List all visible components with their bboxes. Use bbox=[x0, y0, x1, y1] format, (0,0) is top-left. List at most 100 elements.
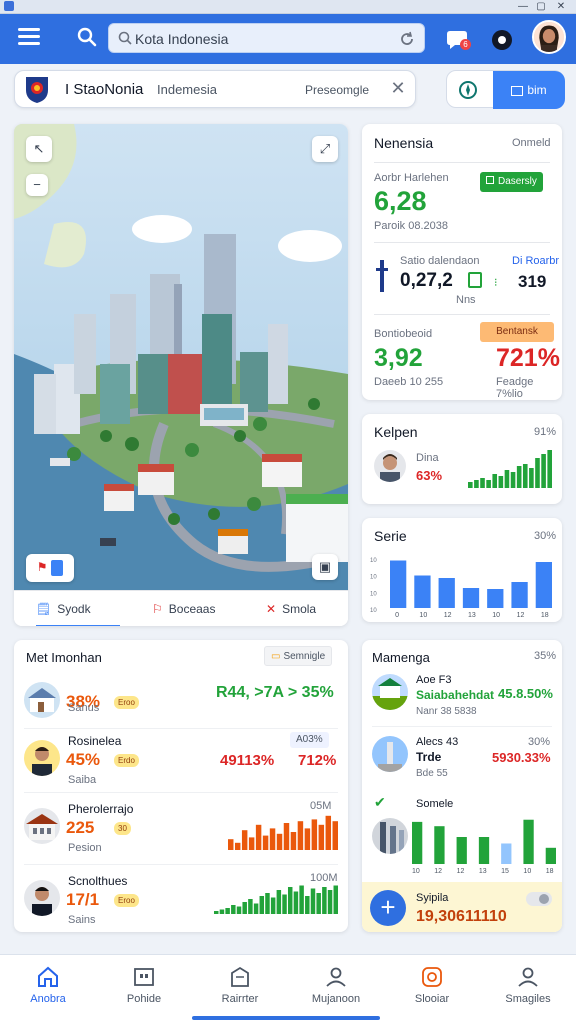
row1-pct: 45.8.50% bbox=[498, 686, 553, 701]
stats-title: Nenensia bbox=[374, 135, 434, 151]
block1-pill[interactable]: Dasersly bbox=[480, 172, 543, 192]
block2-value: 0,27,2 bbox=[400, 270, 453, 291]
back-icon[interactable]: ↖ bbox=[26, 136, 52, 162]
row-chip: A03% bbox=[290, 732, 329, 748]
row1-value: Saiabahehdat bbox=[416, 688, 495, 702]
photo-icon[interactable]: ▣ bbox=[312, 554, 338, 580]
top-app-bar: 6 bbox=[0, 14, 576, 64]
search-icon[interactable] bbox=[76, 26, 98, 48]
y-tick-label: 10 bbox=[370, 608, 377, 614]
block2-label-right: Di Roarbr bbox=[512, 255, 560, 267]
x-tick-label: 0 bbox=[395, 612, 399, 618]
fullscreen-icon[interactable]: ⤢ bbox=[312, 136, 338, 162]
block3-value: 3,92 bbox=[374, 344, 423, 372]
layers-button[interactable]: ⚑ bbox=[26, 554, 74, 582]
chart-bar bbox=[299, 885, 304, 914]
row2-pct-top: 30% bbox=[528, 736, 551, 748]
x-tick-label: 18 bbox=[546, 868, 554, 874]
chart-bar bbox=[290, 832, 297, 850]
x-tick-label: 10 bbox=[492, 612, 500, 618]
city-map-image[interactable] bbox=[14, 124, 348, 590]
list-item[interactable]: 38% Eroo Sanus R44, >7A > 35% bbox=[14, 674, 348, 740]
location-bar[interactable]: I StaoNonia Indemesia Preseomgle ✕ bbox=[14, 70, 416, 108]
list-item[interactable]: Rosinelea 45% Erdo Saiba A03% 49113% 712… bbox=[14, 732, 348, 798]
nav-rairrter[interactable]: Rairrter bbox=[192, 955, 288, 1024]
tab-syodk[interactable]: 🗒 Syodk bbox=[36, 591, 120, 626]
row-small: Pesion bbox=[68, 842, 102, 854]
map-tabs: 🗒 Syodk ⚐ Boceaas ✕ Smola bbox=[14, 590, 348, 626]
nav-mujanoon[interactable]: Mujanoon bbox=[288, 955, 384, 1024]
chart-bar bbox=[468, 482, 473, 488]
chart-bar bbox=[305, 896, 310, 914]
tab-smola[interactable]: ✕ Smola bbox=[266, 591, 346, 626]
x-tick-label: 10 bbox=[419, 612, 427, 618]
row-name: Scnolthues bbox=[68, 874, 128, 888]
minimize-button[interactable]: — bbox=[516, 1, 530, 12]
layer-icon bbox=[51, 559, 64, 576]
list-item[interactable]: Scnolthues 17/1 Eroo Sains 100M bbox=[14, 872, 348, 932]
home-indicator bbox=[192, 1016, 380, 1020]
city-map-card[interactable]: ↖ ⤢ − ⚑ ▣ 🗒 Syodk ⚐ Boceaas ✕ Smola bbox=[14, 124, 348, 626]
series-title: Serie bbox=[374, 528, 407, 544]
location-action[interactable]: Preseomgle bbox=[305, 83, 369, 97]
kelpen-title-right: 91% bbox=[534, 426, 557, 438]
pin-icon: ⚑ bbox=[36, 560, 48, 574]
x-tick-label: 18 bbox=[541, 612, 549, 618]
stats-card: Nenensia Onmeld Aorbr Harlehen Dasersly … bbox=[362, 124, 562, 400]
chart-bar bbox=[456, 837, 467, 864]
chart-bar bbox=[325, 815, 332, 850]
nav-slooiar[interactable]: Slooiar bbox=[384, 955, 480, 1024]
list-item[interactable]: Pherolerrajo 225 30 Pesion 05M bbox=[14, 800, 348, 866]
settings-icon[interactable] bbox=[488, 26, 516, 54]
block2-mid: Nns bbox=[456, 294, 476, 306]
chart-bar bbox=[516, 466, 522, 488]
row2-value: Trde bbox=[416, 750, 442, 764]
nav-home[interactable]: Anobra bbox=[0, 955, 96, 1024]
sparkle-icon: ▭ bbox=[271, 651, 281, 662]
footer-value: 19,30611110 bbox=[416, 908, 507, 925]
search-input[interactable] bbox=[135, 29, 395, 49]
chart-bar bbox=[510, 472, 516, 488]
search-field[interactable] bbox=[108, 23, 425, 53]
compass-icon[interactable] bbox=[457, 79, 479, 101]
view-toggle[interactable]: bim bbox=[446, 70, 565, 109]
book-icon: 🗒 bbox=[36, 602, 52, 616]
calendar-icon bbox=[486, 176, 494, 184]
menu-icon[interactable] bbox=[18, 28, 40, 48]
nav-pohide[interactable]: Pohide bbox=[96, 955, 192, 1024]
block3-pill[interactable]: Bentansk bbox=[480, 322, 554, 342]
toggle-switch[interactable] bbox=[526, 892, 552, 906]
summary-footer[interactable]: + Syipila 19,30611110 bbox=[362, 882, 562, 932]
series-title-right: 30% bbox=[534, 530, 557, 542]
list-action[interactable]: ▭ Semnigle bbox=[264, 646, 333, 666]
close-icon[interactable]: ✕ bbox=[387, 78, 409, 99]
block1-label: Aorbr Harlehen bbox=[374, 172, 449, 184]
chart-bar bbox=[412, 821, 423, 864]
person-thumbnail bbox=[24, 880, 60, 916]
divider bbox=[24, 792, 338, 793]
maximize-button[interactable]: ▢ bbox=[534, 1, 548, 12]
chart-bar bbox=[236, 906, 242, 914]
kelpen-card: Kelpen 91% Dina 63% bbox=[362, 414, 562, 504]
mamenga-title-right: 35% bbox=[534, 650, 557, 662]
divider bbox=[374, 314, 550, 315]
row-badge: Eroo bbox=[114, 696, 139, 709]
nav-label: Anobra bbox=[30, 993, 66, 1005]
chart-bar bbox=[438, 578, 455, 608]
chart-bar bbox=[529, 468, 534, 488]
map-view-button[interactable]: bim bbox=[493, 71, 565, 109]
nav-label: Pohide bbox=[126, 993, 162, 1005]
block2-value-right: 319 bbox=[518, 272, 547, 291]
tab-boceaas[interactable]: ⚐ Boceaas bbox=[152, 591, 242, 626]
chart-bar bbox=[269, 828, 276, 850]
building-icon bbox=[231, 966, 249, 987]
divider bbox=[24, 864, 338, 865]
add-button[interactable]: + bbox=[370, 890, 406, 926]
user-avatar[interactable] bbox=[532, 20, 566, 54]
app-icon bbox=[4, 1, 14, 11]
refresh-icon[interactable] bbox=[398, 30, 416, 48]
pill-label: Dasersly bbox=[498, 176, 537, 187]
close-window-button[interactable]: ✕ bbox=[554, 1, 568, 12]
nav-smagiles[interactable]: Smagiles bbox=[480, 955, 576, 1024]
zoom-out-icon[interactable]: − bbox=[26, 174, 48, 196]
